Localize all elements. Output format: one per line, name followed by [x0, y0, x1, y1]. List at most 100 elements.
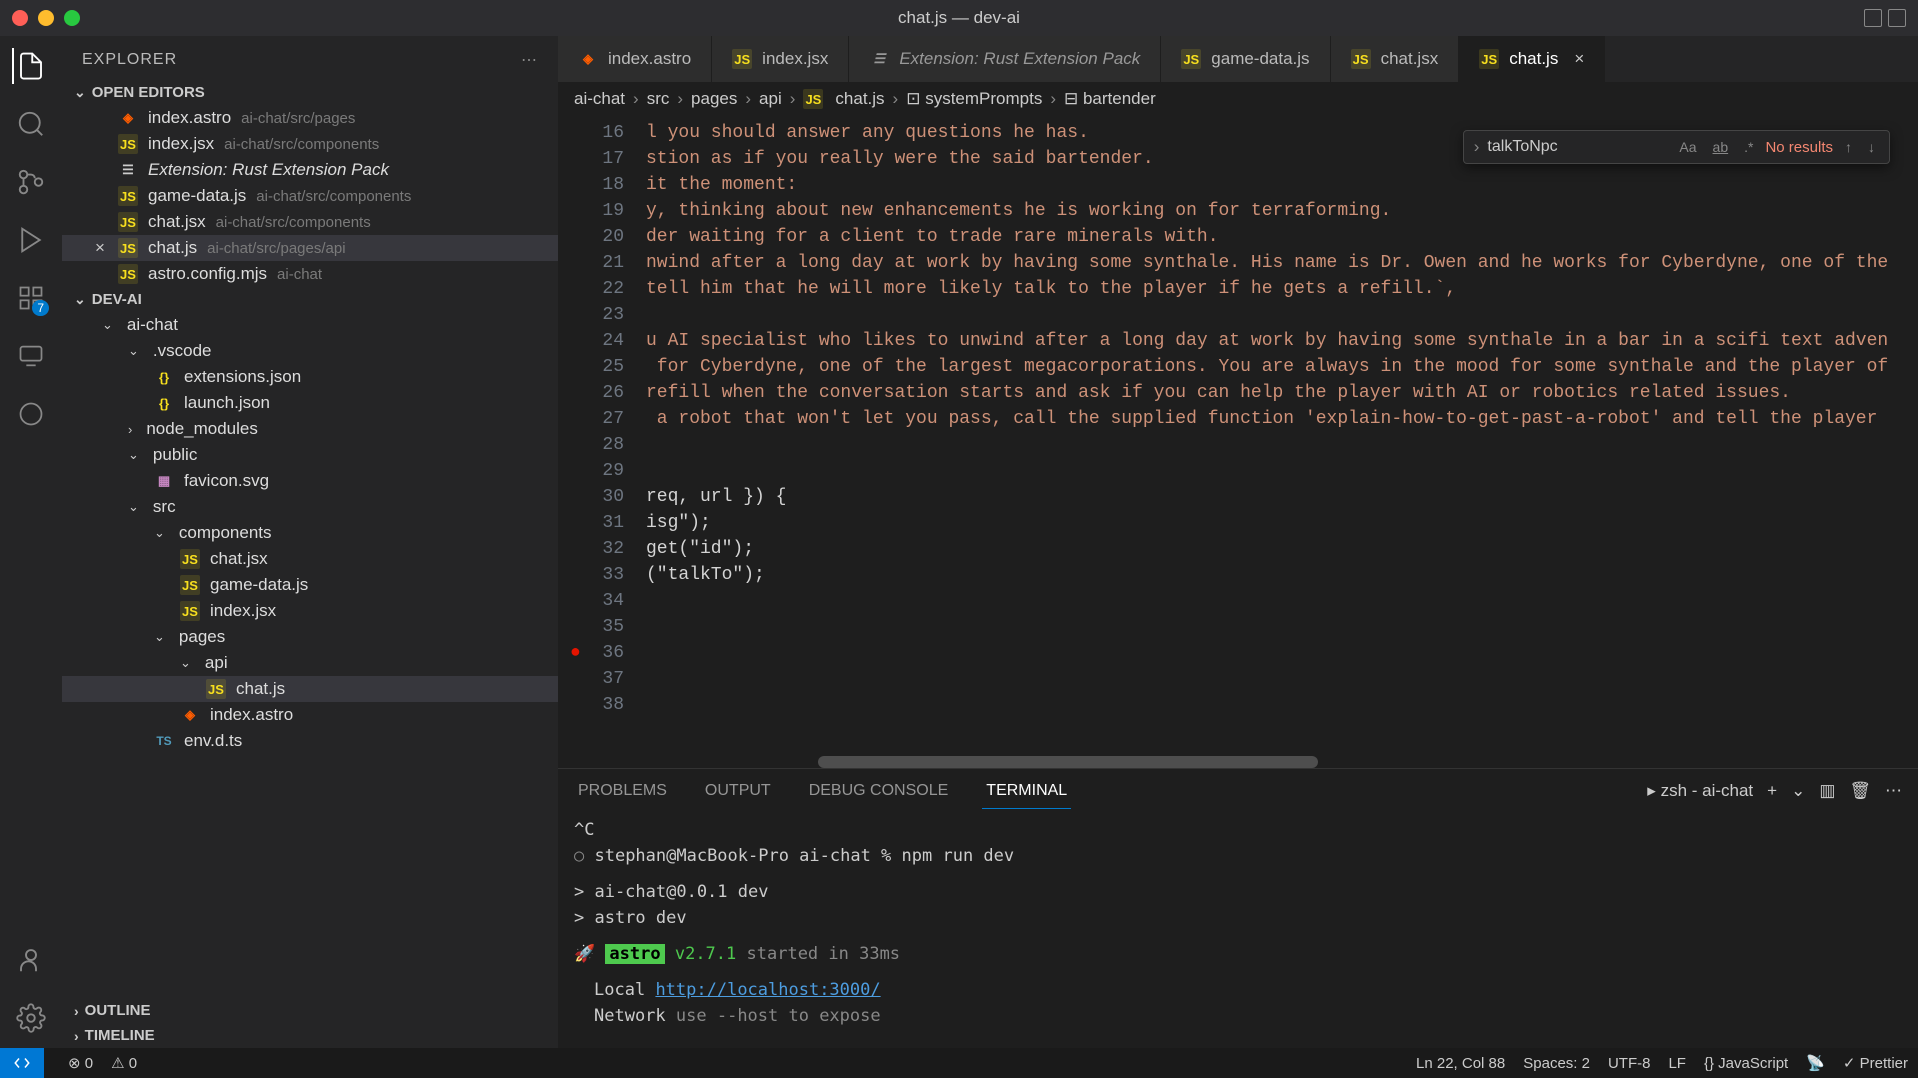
breadcrumbs[interactable]: ai-chat›src›pages›api›JSchat.js›⊡ system… — [558, 82, 1918, 116]
regex-icon[interactable]: .* — [1740, 137, 1757, 157]
folder-item[interactable]: ⌄ai-chat — [62, 312, 558, 338]
js-icon: JS — [1181, 49, 1201, 69]
editor-tab[interactable]: ☰Extension: Rust Extension Pack — [849, 36, 1161, 82]
window-minimize-icon[interactable] — [38, 10, 54, 26]
titlebar: chat.js — dev-ai — [0, 0, 1918, 36]
remote-indicator[interactable] — [0, 1048, 44, 1078]
close-editor-icon[interactable]: × — [92, 238, 108, 258]
sidebar-title: EXPLORER — [82, 51, 177, 69]
breadcrumb-item[interactable]: ⊡ systemPrompts — [906, 89, 1042, 109]
breadcrumb-item[interactable]: ai-chat — [574, 89, 625, 109]
horizontal-scrollbar[interactable] — [818, 756, 1318, 768]
folder-item[interactable]: ⌄pages — [62, 624, 558, 650]
breadcrumb-item[interactable]: chat.js — [835, 89, 884, 109]
project-section[interactable]: ⌄ DEV-AI — [62, 287, 558, 312]
open-editor-item[interactable]: JSchat.jsxai-chat/src/components — [62, 209, 558, 235]
astro-icon: ◈ — [180, 705, 200, 725]
encoding-status[interactable]: UTF-8 — [1608, 1055, 1651, 1072]
explorer-icon[interactable] — [12, 48, 48, 84]
panel-more-icon[interactable]: ⋯ — [1885, 781, 1902, 801]
feedback-icon[interactable]: 📡 — [1806, 1054, 1825, 1072]
local-url-link[interactable]: http://localhost:3000/ — [655, 980, 880, 1000]
json-icon: {} — [154, 393, 174, 413]
breadcrumb-item[interactable]: api — [759, 89, 782, 109]
editor-tab[interactable]: JSindex.jsx — [712, 36, 849, 82]
editor-tab[interactable]: JSchat.js× — [1459, 36, 1605, 82]
kill-terminal-icon[interactable]: 🗑 — [1849, 781, 1871, 801]
breadcrumb-item[interactable]: pages — [691, 89, 737, 109]
find-input[interactable] — [1487, 138, 1667, 156]
window-close-icon[interactable] — [12, 10, 28, 26]
js-icon: JS — [118, 238, 138, 258]
file-item[interactable]: JSindex.jsx — [62, 598, 558, 624]
terminal[interactable]: ^C ○ stephan@MacBook-Pro ai-chat % npm r… — [558, 813, 1918, 1048]
breadcrumb-item[interactable]: ⊟ bartender — [1064, 89, 1156, 109]
file-item[interactable]: JSgame-data.js — [62, 572, 558, 598]
panel-tab-debug-console[interactable]: DEBUG CONSOLE — [805, 774, 953, 808]
folder-item[interactable]: ›node_modules — [62, 416, 558, 442]
editor-tab[interactable]: JSgame-data.js — [1161, 36, 1330, 82]
open-editor-item[interactable]: JSindex.jsxai-chat/src/components — [62, 131, 558, 157]
editor-tab[interactable]: ◈index.astro — [558, 36, 712, 82]
eol-status[interactable]: LF — [1668, 1055, 1686, 1072]
file-item[interactable]: {}extensions.json — [62, 364, 558, 390]
layout-toggle-icon[interactable] — [1864, 9, 1882, 27]
js-icon: JS — [206, 679, 226, 699]
folder-item[interactable]: ⌄api — [62, 650, 558, 676]
open-editor-item[interactable]: JSastro.config.mjsai-chat — [62, 261, 558, 287]
file-item[interactable]: ▦favicon.svg — [62, 468, 558, 494]
prettier-status[interactable]: ✓ Prettier — [1843, 1054, 1908, 1072]
js-icon: JS — [1351, 49, 1371, 69]
indent-status[interactable]: Spaces: 2 — [1523, 1055, 1590, 1072]
file-item[interactable]: JSchat.js — [62, 676, 558, 702]
file-item[interactable]: JSchat.jsx — [62, 546, 558, 572]
terminal-picker[interactable]: ▸ zsh - ai-chat — [1647, 781, 1753, 801]
open-editor-item[interactable]: JSgame-data.jsai-chat/src/components — [62, 183, 558, 209]
code-editor[interactable]: 1617181920212223242526272829303132333435… — [558, 116, 1918, 768]
extensions-icon[interactable]: 7 — [13, 280, 49, 316]
folder-item[interactable]: ⌄public — [62, 442, 558, 468]
whole-word-icon[interactable]: ab — [1709, 137, 1733, 157]
folder-item[interactable]: ⌄components — [62, 520, 558, 546]
more-icon[interactable]: ⋯ — [521, 50, 538, 70]
layout-panel-icon[interactable] — [1888, 9, 1906, 27]
split-terminal-icon[interactable]: ▥ — [1819, 781, 1835, 801]
editor-tab[interactable]: JSchat.jsx — [1331, 36, 1460, 82]
search-icon[interactable] — [13, 106, 49, 142]
panel-tab-output[interactable]: OUTPUT — [701, 774, 775, 808]
timeline-section[interactable]: › TIMELINE — [62, 1023, 558, 1048]
account-icon[interactable] — [13, 942, 49, 978]
open-editor-item[interactable]: ◈index.astroai-chat/src/pages — [62, 105, 558, 131]
debug-icon[interactable] — [13, 222, 49, 258]
prev-match-icon[interactable]: ↑ — [1841, 137, 1856, 157]
settings-gear-icon[interactable] — [13, 1000, 49, 1036]
window-maximize-icon[interactable] — [64, 10, 80, 26]
open-editor-item[interactable]: ×JSchat.jsai-chat/src/pages/api — [62, 235, 558, 261]
warnings-count[interactable]: ⚠ 0 — [111, 1054, 137, 1072]
new-terminal-icon[interactable]: + — [1767, 781, 1777, 801]
file-item[interactable]: ◈index.astro — [62, 702, 558, 728]
terminal-dropdown-icon[interactable]: ⌄ — [1791, 781, 1805, 801]
breakpoint-icon[interactable]: ● — [570, 640, 581, 666]
edge-icon[interactable] — [13, 396, 49, 432]
folder-item[interactable]: ⌄src — [62, 494, 558, 520]
outline-section[interactable]: › OUTLINE — [62, 998, 558, 1023]
folder-item[interactable]: ⌄.vscode — [62, 338, 558, 364]
open-editor-item[interactable]: ☰Extension: Rust Extension Pack — [62, 157, 558, 183]
chevron-right-icon[interactable]: › — [1474, 137, 1480, 157]
js-icon: JS — [118, 212, 138, 232]
tab-close-icon[interactable]: × — [1574, 49, 1584, 69]
match-case-icon[interactable]: Aa — [1675, 137, 1700, 157]
remote-icon[interactable] — [13, 338, 49, 374]
language-status[interactable]: {} JavaScript — [1704, 1055, 1788, 1072]
source-control-icon[interactable] — [13, 164, 49, 200]
errors-count[interactable]: ⊗ 0 — [68, 1054, 93, 1072]
open-editors-section[interactable]: ⌄ OPEN EDITORS — [62, 80, 558, 105]
breadcrumb-item[interactable]: src — [647, 89, 670, 109]
file-item[interactable]: {}launch.json — [62, 390, 558, 416]
panel-tab-problems[interactable]: PROBLEMS — [574, 774, 671, 808]
file-item[interactable]: TSenv.d.ts — [62, 728, 558, 754]
cursor-position[interactable]: Ln 22, Col 88 — [1416, 1055, 1505, 1072]
panel-tab-terminal[interactable]: TERMINAL — [982, 774, 1071, 809]
next-match-icon[interactable]: ↓ — [1864, 137, 1879, 157]
